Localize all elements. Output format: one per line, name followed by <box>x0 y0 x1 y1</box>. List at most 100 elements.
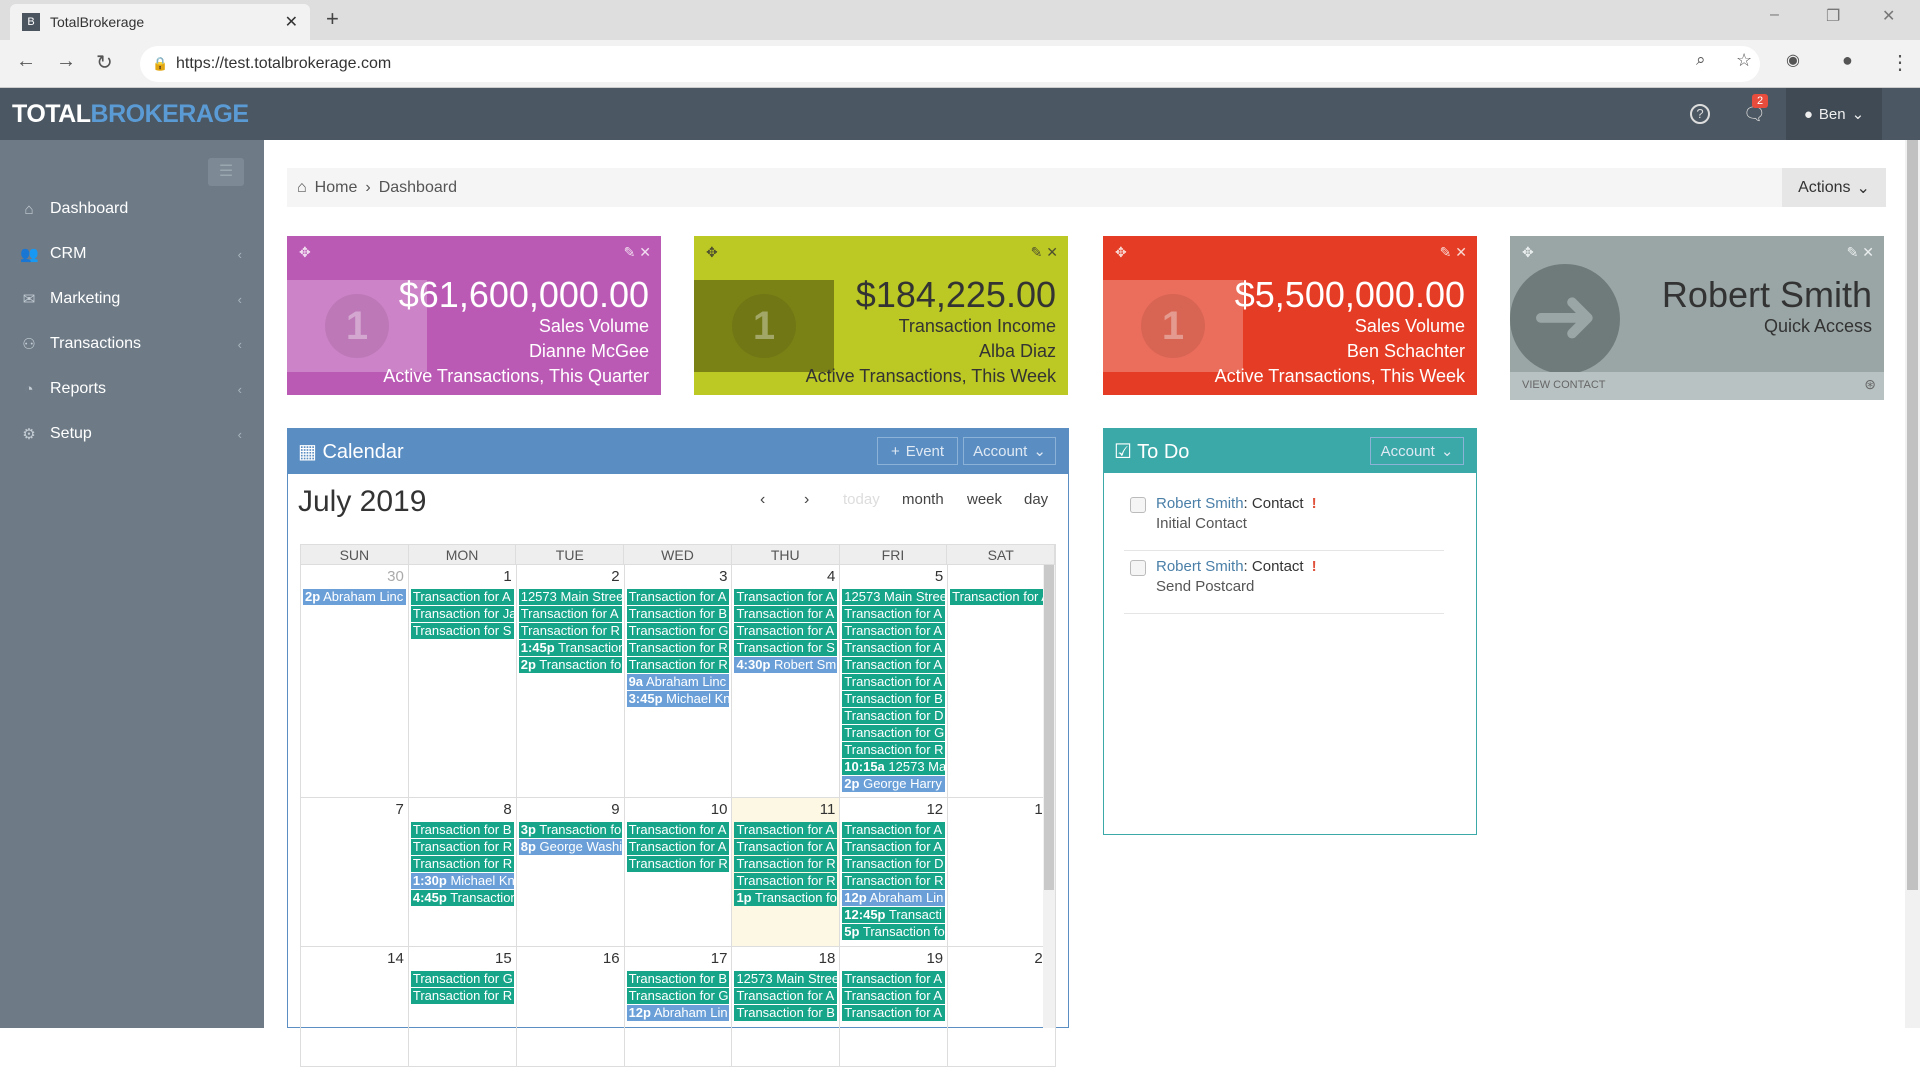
close-icon[interactable]: ✕ <box>639 244 651 260</box>
calendar-event[interactable]: Transaction for B <box>626 971 730 987</box>
todo-contact-link[interactable]: Robert Smith <box>1156 495 1244 512</box>
calendar-event[interactable]: 1p Transaction fo <box>734 890 838 906</box>
calendar-event[interactable]: Transaction for R <box>626 640 730 656</box>
calendar-day[interactable]: 11 Transaction for A Transaction for A Tran… <box>732 798 841 946</box>
day-number[interactable]: 17 <box>627 949 730 971</box>
calendar-day[interactable]: 17 Transaction for B Transaction for G 12p … <box>625 947 733 1066</box>
close-icon[interactable]: ✕ <box>1862 244 1874 260</box>
calendar-event[interactable]: Transaction for A <box>626 839 730 855</box>
calendar-event[interactable]: 8p George Washi <box>518 839 622 855</box>
calendar-event[interactable]: Transaction for A <box>842 988 946 1004</box>
day-number[interactable]: 10 <box>627 800 730 822</box>
day-number[interactable]: 1 <box>411 567 514 589</box>
forward-icon[interactable]: → <box>56 50 76 73</box>
calendar-event[interactable]: 9a Abraham Linc <box>626 674 730 690</box>
url-input[interactable]: 🔒 https://test.totalbrokerage.com <box>140 46 1760 82</box>
calendar-scrollbar-thumb[interactable] <box>1044 565 1054 890</box>
calendar-event[interactable]: Transaction for G <box>410 971 514 987</box>
calendar-event[interactable]: Transaction for A <box>842 839 946 855</box>
calendar-event[interactable]: Transaction for R <box>410 988 514 1004</box>
move-icon[interactable]: ✥ <box>299 244 311 261</box>
calendar-event[interactable]: Transaction for R <box>626 856 730 872</box>
calendar-day[interactable]: 9 3p Transaction fo 8p George Washi <box>517 798 625 946</box>
calendar-event[interactable]: Transaction for A <box>734 822 838 838</box>
reload-icon[interactable]: ↻ <box>96 50 113 75</box>
edit-icon[interactable]: ✎ <box>1847 244 1859 260</box>
calendar-day[interactable]: 5 12573 Main Stree Transaction for A Transa… <box>840 565 949 797</box>
calendar-event[interactable]: Transaction for G <box>842 725 946 741</box>
calendar-event[interactable]: 3p Transaction fo <box>518 822 622 838</box>
add-event-button[interactable]: + Event <box>877 437 958 465</box>
next-month-button[interactable]: › <box>804 491 809 509</box>
calendar-day[interactable]: 18 12573 Main Stree Transaction for A Trans… <box>732 947 841 1066</box>
calendar-day[interactable]: 1 Transaction for A Transaction for Ja Tran… <box>409 565 517 797</box>
calendar-event[interactable]: 12573 Main Stree <box>734 971 838 987</box>
calendar-event[interactable]: 1:30p Michael Kn <box>410 873 514 889</box>
todo-account-dropdown[interactable]: Account ⌄ <box>1370 437 1464 465</box>
calendar-event[interactable]: Transaction for B <box>734 1005 838 1021</box>
sidebar-toggle-button[interactable]: ☰ <box>208 158 244 186</box>
help-icon[interactable]: ? <box>1690 104 1710 124</box>
calendar-event[interactable]: 5p Transaction fo <box>842 924 946 940</box>
back-icon[interactable]: ← <box>16 50 36 73</box>
minimize-button[interactable]: – <box>1770 6 1779 24</box>
day-number[interactable]: 4 <box>734 567 837 589</box>
user-menu[interactable]: ● Ben ⌄ <box>1786 88 1882 140</box>
restore-button[interactable]: ❐ <box>1826 6 1840 26</box>
day-number[interactable]: 2 <box>519 567 622 589</box>
calendar-event[interactable]: Transaction for A <box>626 822 730 838</box>
calendar-day[interactable]: 13 <box>948 798 1056 946</box>
edit-icon[interactable]: ✎ <box>1440 244 1452 260</box>
todo-contact-link[interactable]: Robert Smith <box>1156 558 1244 575</box>
calendar-event[interactable]: 4:30p Robert Smi <box>734 657 838 673</box>
calendar-event[interactable]: Transaction for D <box>842 708 946 724</box>
sidebar-item-crm[interactable]: 👥 CRM ‹ <box>0 234 264 274</box>
stat-card[interactable]: 1 ✥ ✎ ✕ $184,225.00 Transaction Income A… <box>694 236 1068 395</box>
calendar-event[interactable]: Transaction for R <box>734 856 838 872</box>
calendar-event[interactable]: Transaction for A <box>734 589 838 605</box>
calendar-event[interactable]: 12:45p Transacti <box>842 907 946 923</box>
extension-icon[interactable]: ◉ <box>1786 50 1800 70</box>
logo[interactable]: TOTALBROKERAGE <box>12 100 249 129</box>
calendar-event[interactable]: Transaction for A <box>734 606 838 622</box>
calendar-event[interactable]: Transaction for G <box>626 988 730 1004</box>
calendar-event[interactable]: Transaction for A <box>734 623 838 639</box>
close-icon[interactable]: ✕ <box>1455 244 1467 260</box>
calendar-event[interactable]: Transaction for A <box>842 657 946 673</box>
breadcrumb-home[interactable]: Home <box>315 179 358 197</box>
day-number[interactable]: 18 <box>734 949 837 971</box>
calendar-day[interactable]: 30 2p Abraham Linc <box>301 565 409 797</box>
day-number[interactable]: 20 <box>950 949 1053 971</box>
calendar-event[interactable]: Transaction for R <box>410 856 514 872</box>
calendar-event[interactable]: 12573 Main Stree <box>842 589 946 605</box>
calendar-event[interactable]: Transaction for R <box>842 873 946 889</box>
stat-card[interactable]: 1 ✥ ✎ ✕ $61,600,000.00 Sales Volume Dian… <box>287 236 661 395</box>
calendar-event[interactable]: 10:15a 12573 Ma <box>842 759 946 775</box>
sidebar-item-transactions[interactable]: ⚇ Transactions ‹ <box>0 324 264 364</box>
calendar-event[interactable]: Transaction for A <box>950 589 1054 605</box>
close-window-button[interactable]: ✕ <box>1882 6 1895 26</box>
view-contact-link[interactable]: VIEW CONTACT <box>1522 379 1606 391</box>
calendar-event[interactable]: Transaction for A <box>410 589 514 605</box>
calendar-event[interactable]: Transaction for A <box>626 589 730 605</box>
day-number[interactable]: 7 <box>303 800 406 822</box>
sidebar-item-dashboard[interactable]: ⌂ Dashboard <box>0 189 264 229</box>
calendar-event[interactable]: 2p Abraham Linc <box>303 589 406 605</box>
move-icon[interactable]: ✥ <box>1115 244 1127 261</box>
calendar-event[interactable]: Transaction for A <box>842 822 946 838</box>
browser-tab[interactable]: B TotalBrokerage ✕ <box>10 4 310 40</box>
calendar-event[interactable]: Transaction for A <box>842 640 946 656</box>
day-number[interactable]: 5 <box>842 567 945 589</box>
calendar-event[interactable]: 12573 Main Stree <box>518 589 622 605</box>
edit-icon[interactable]: ✎ <box>624 244 636 260</box>
move-icon[interactable]: ✥ <box>706 244 718 261</box>
calendar-event[interactable]: 12p Abraham Lin <box>626 1005 730 1021</box>
day-number[interactable]: 8 <box>411 800 514 822</box>
close-icon[interactable]: ✕ <box>1046 244 1058 260</box>
calendar-event[interactable]: Transaction for G <box>626 623 730 639</box>
actions-button[interactable]: Actions ⌄ <box>1782 168 1886 207</box>
day-number[interactable]: 11 <box>734 800 837 822</box>
calendar-day[interactable]: 16 <box>517 947 625 1066</box>
calendar-account-dropdown[interactable]: Account ⌄ <box>963 437 1056 465</box>
edit-icon[interactable]: ✎ <box>1031 244 1043 260</box>
